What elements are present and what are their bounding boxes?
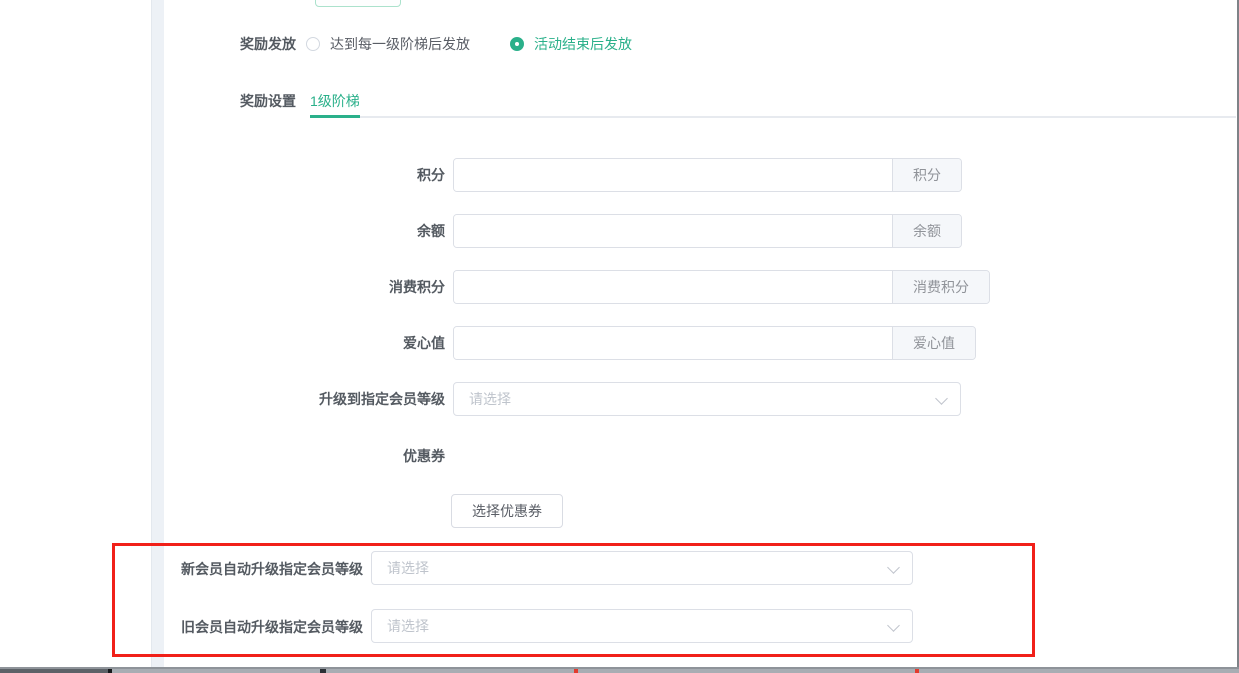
old-member-upgrade-select[interactable]: 请选择	[371, 609, 913, 643]
love-value-label: 爱心值	[205, 335, 445, 351]
chevron-down-icon	[887, 561, 900, 574]
radio-option-after-activity[interactable]: 活动结束后发放	[534, 34, 632, 54]
coupon-label: 优惠券	[205, 448, 445, 464]
cut-off-bottom-fragment	[574, 669, 578, 673]
points-input-group: 积分	[453, 158, 962, 192]
cut-off-button[interactable]	[315, 0, 401, 7]
new-member-upgrade-select[interactable]: 请选择	[371, 551, 913, 585]
love-value-unit-suffix: 爱心值	[892, 327, 975, 359]
radio-option-per-tier[interactable]: 达到每一级阶梯后发放	[330, 34, 470, 54]
love-value-input[interactable]	[454, 327, 892, 359]
upgrade-level-placeholder: 请选择	[469, 389, 511, 409]
chevron-down-icon	[935, 392, 948, 405]
cut-off-bottom-fragment	[108, 669, 112, 673]
upgrade-level-label: 升级到指定会员等级	[205, 391, 445, 407]
balance-input-group: 余额	[453, 214, 962, 248]
reward-issue-radio-group: 达到每一级阶梯后发放 活动结束后发放	[306, 36, 632, 52]
new-member-upgrade-label: 新会员自动升级指定会员等级	[100, 561, 363, 577]
old-member-upgrade-placeholder: 请选择	[387, 616, 429, 636]
balance-unit-suffix: 余额	[892, 215, 961, 247]
consume-points-unit-suffix: 消费积分	[892, 271, 989, 303]
cut-off-bottom-fragment	[0, 669, 108, 673]
reward-settings-label: 奖励设置	[150, 93, 296, 109]
love-value-input-group: 爱心值	[453, 326, 976, 360]
reward-issue-label: 奖励发放	[150, 36, 296, 52]
cut-off-bottom-fragment	[320, 669, 326, 673]
consume-points-input[interactable]	[454, 271, 892, 303]
consume-points-label: 消费积分	[205, 279, 445, 295]
page: 奖励发放 达到每一级阶梯后发放 活动结束后发放 奖励设置 1级阶梯 积分 积分 …	[0, 0, 1239, 673]
cut-off-bottom-fragment	[915, 669, 919, 673]
points-input[interactable]	[454, 159, 892, 191]
points-unit-suffix: 积分	[892, 159, 961, 191]
new-member-upgrade-placeholder: 请选择	[387, 558, 429, 578]
balance-label: 余额	[205, 223, 445, 239]
old-member-upgrade-label: 旧会员自动升级指定会员等级	[100, 619, 363, 635]
cut-off-bottom-content	[0, 669, 1239, 673]
chevron-down-icon	[887, 619, 900, 632]
radio-checked-icon[interactable]	[510, 37, 524, 51]
upgrade-level-select[interactable]: 请选择	[453, 382, 961, 416]
select-coupon-button[interactable]: 选择优惠券	[451, 494, 563, 528]
balance-input[interactable]	[454, 215, 892, 247]
tab-bar-divider	[310, 116, 1236, 118]
points-label: 积分	[205, 167, 445, 183]
radio-unchecked-icon[interactable]	[306, 37, 320, 51]
tab-tier-1[interactable]: 1级阶梯	[310, 93, 360, 109]
active-tab-indicator	[310, 115, 360, 118]
consume-points-input-group: 消费积分	[453, 270, 990, 304]
